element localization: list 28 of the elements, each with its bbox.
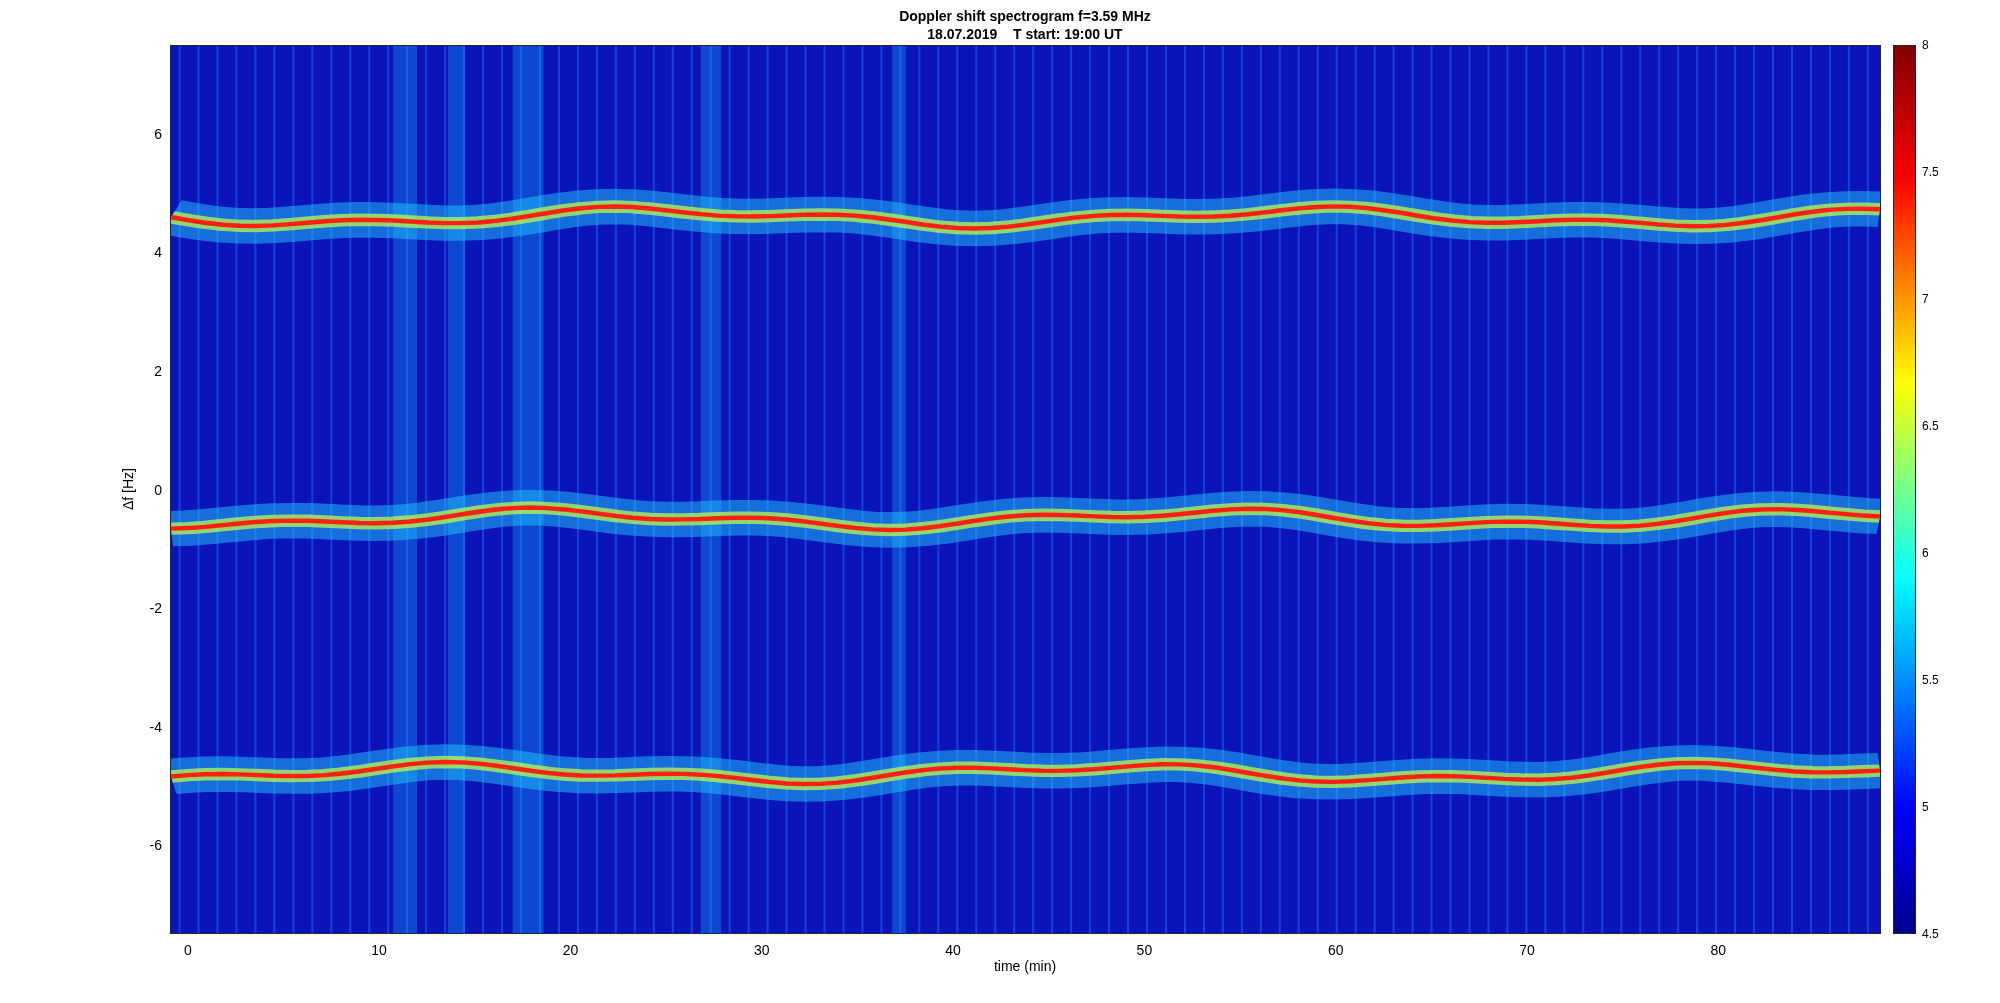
x-tick-label: 0 (183, 941, 192, 960)
y-tick-label: 2 (154, 361, 162, 381)
colorbar-tick-label: 5 (1922, 799, 1929, 816)
x-axis-label: time (min) (993, 957, 1057, 976)
y-tick-label: -6 (149, 835, 162, 855)
colorbar-tick-label: 7.5 (1922, 164, 1939, 181)
colorbar-tick-label: 5.5 (1922, 672, 1939, 689)
x-tick-label: 10 (371, 941, 387, 960)
colorbar-tick-label: 4.5 (1922, 926, 1939, 943)
colorbar-tick-label: 6 (1922, 545, 1929, 562)
x-tick-label: 80 (1710, 941, 1727, 960)
x-tick-label: 50 (1136, 941, 1153, 960)
y-tick-label: 0 (154, 480, 162, 499)
x-tick-label: 20 (562, 941, 579, 960)
colorbar-tick-label: 7 (1922, 291, 1929, 308)
y-tick-label: 6 (154, 124, 162, 144)
y-tick-label: -2 (149, 598, 162, 618)
chart-subtitle: 18.07.2019 T start: 19:00 UT (927, 24, 1123, 43)
x-tick-label: 30 (753, 941, 770, 960)
x-tick-label: 70 (1519, 941, 1535, 960)
colorbar-tick-label: 6.5 (1922, 418, 1939, 435)
y-tick-label: -4 (149, 717, 162, 737)
y-tick-label: 4 (154, 242, 162, 262)
y-axis-label: Δf [Hz] (118, 468, 137, 510)
x-tick-label: 40 (945, 941, 961, 960)
chart-title: Doppler shift spectrogram f=3.59 MHz (899, 6, 1151, 25)
colorbar-tick-label: 8 (1922, 37, 1929, 54)
x-tick-label: 60 (1327, 941, 1344, 960)
